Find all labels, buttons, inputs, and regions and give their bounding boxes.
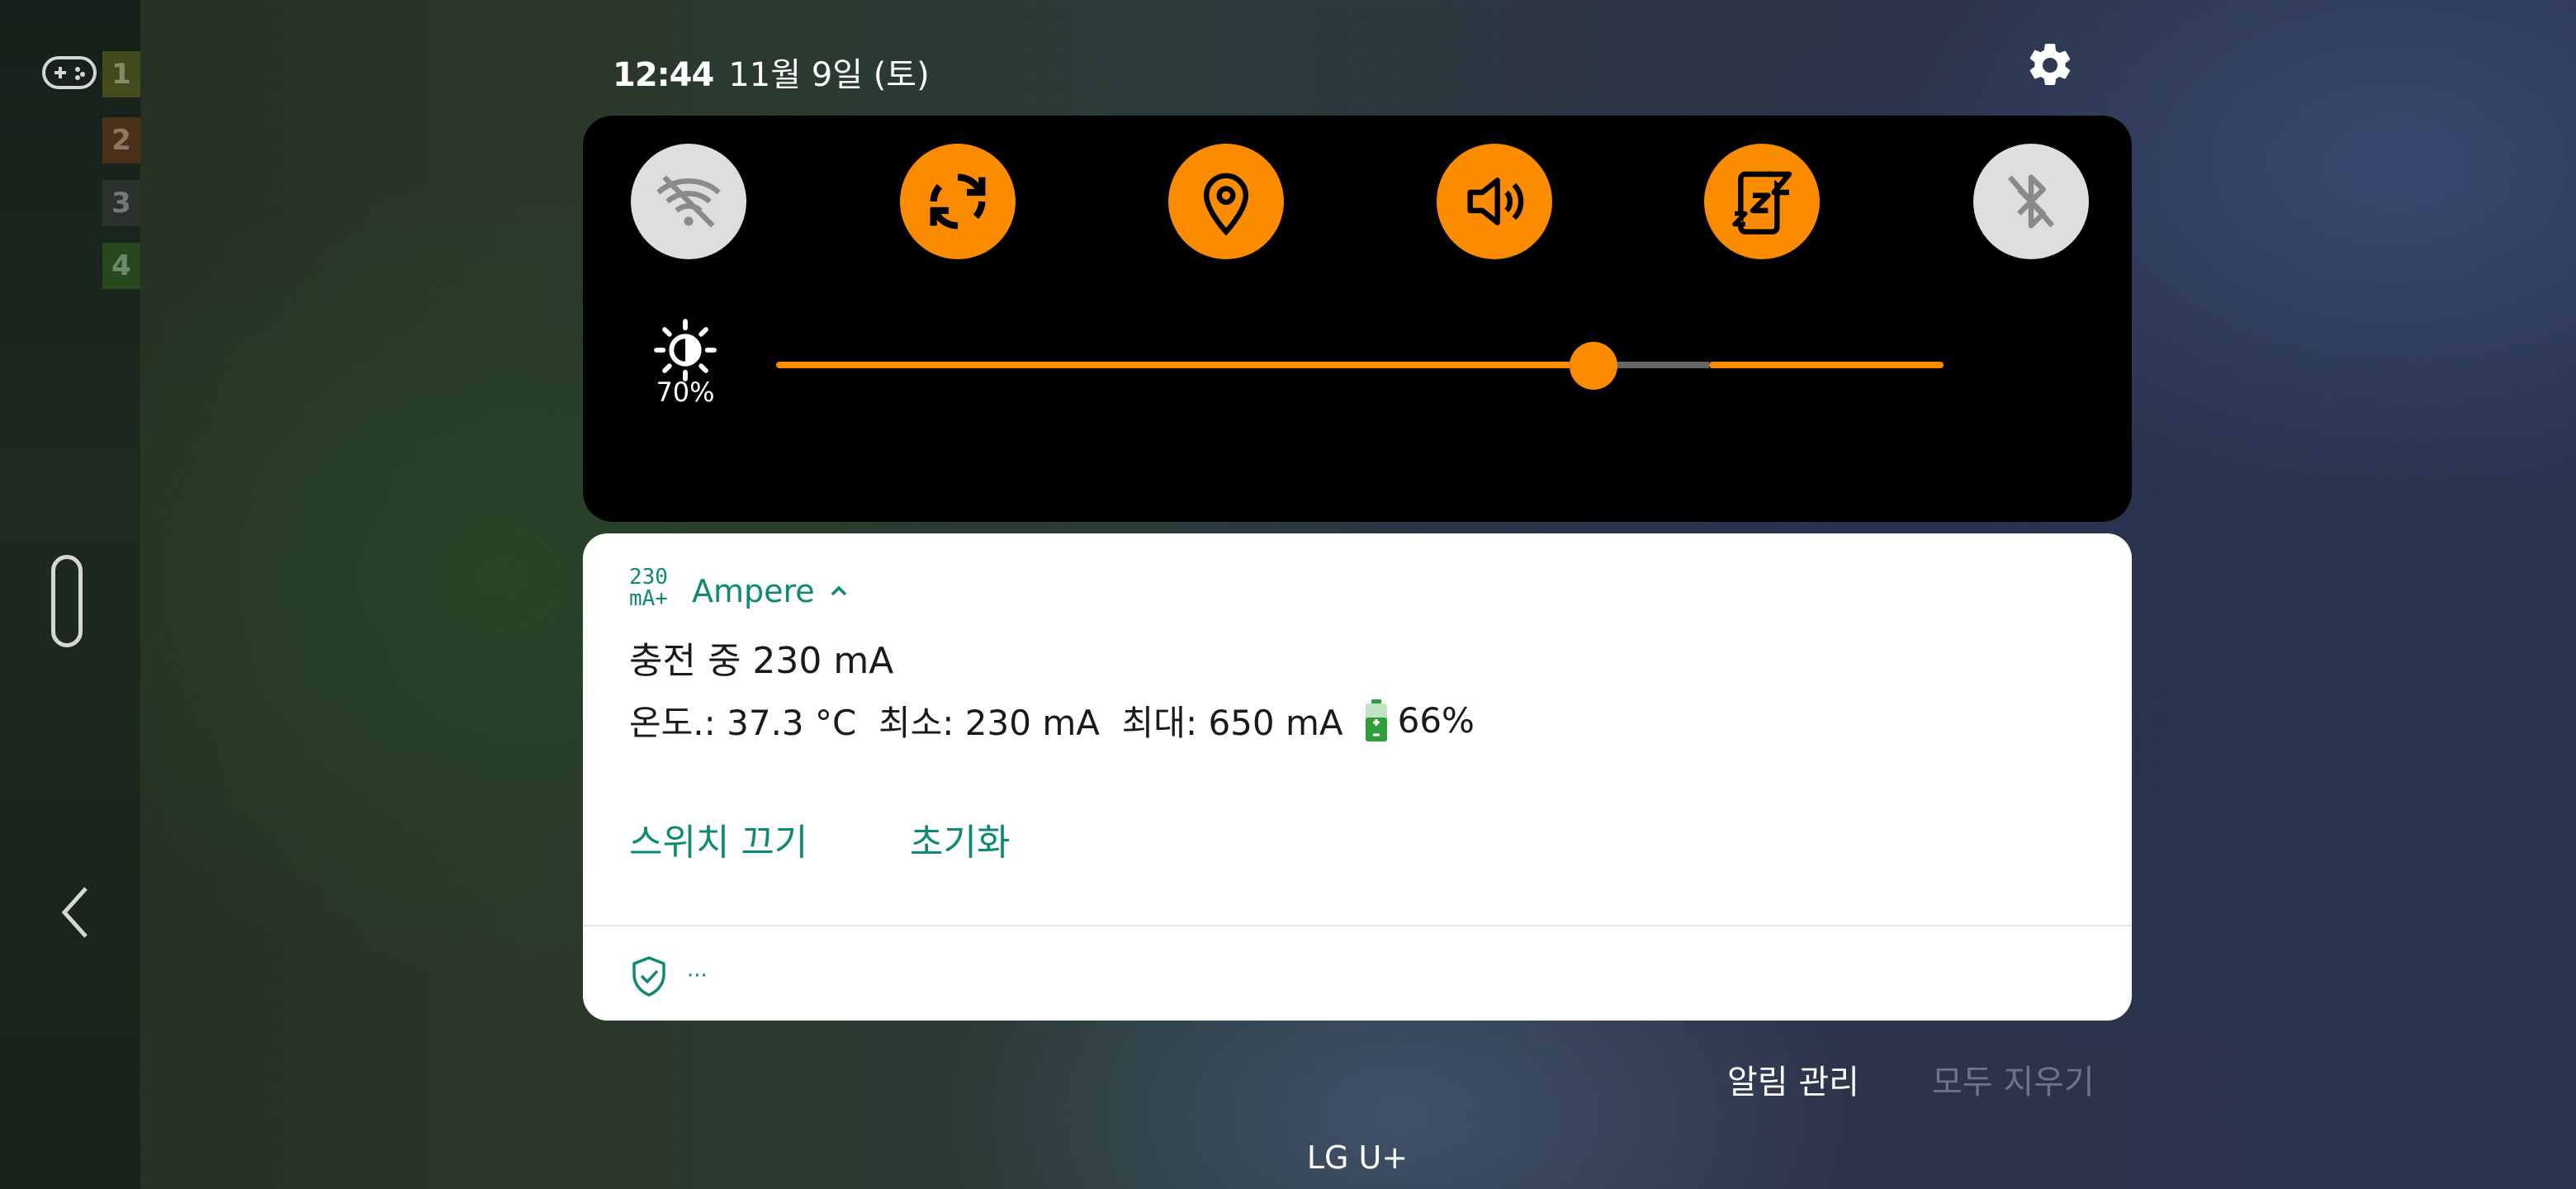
sound-icon <box>1467 178 1524 225</box>
brightness-slider[interactable] <box>776 340 1944 390</box>
switch-off-button[interactable]: 스위치 끄기 <box>629 812 807 865</box>
collapsed-notification[interactable]: ··· <box>629 955 708 997</box>
chevron-up-icon[interactable] <box>826 579 851 604</box>
back-icon[interactable] <box>58 883 91 941</box>
game-controller-icon[interactable] <box>41 53 97 92</box>
quick-settings-panel: 70% 자동 <box>583 116 2132 605</box>
zzz-phone-icon <box>1732 171 1792 234</box>
battery-percent: 66% <box>1397 700 1475 741</box>
stats-text: 온도.: 37.3 °C 최소: 230 mA 최대: 650 mA <box>629 703 1343 743</box>
slider-track-end <box>1709 362 1944 368</box>
rank-badge: 2 <box>102 117 140 163</box>
slider-thumb[interactable] <box>1570 342 1617 390</box>
location-toggle[interactable] <box>1168 144 1284 259</box>
divider <box>583 925 2132 926</box>
bluetooth-off-icon <box>2007 174 2055 229</box>
slider-track-fill <box>776 362 1593 368</box>
rank-badge: 4 <box>102 243 140 289</box>
clock: 12:44 <box>613 56 714 94</box>
bluetooth-toggle[interactable] <box>1973 144 2089 259</box>
collapsed-ellipsis: ··· <box>687 964 708 988</box>
sync-icon <box>930 173 986 230</box>
sound-toggle[interactable] <box>1437 144 1552 259</box>
wifi-off-icon <box>656 175 721 228</box>
date: 11월 9일 (토) <box>728 56 930 94</box>
rank-badge: 1 <box>102 51 140 97</box>
sync-toggle[interactable] <box>900 144 1016 259</box>
settings-gear-icon[interactable] <box>2024 40 2076 91</box>
brightness-icon <box>654 319 717 381</box>
notification-title: 충전 중 230 mA <box>629 640 894 682</box>
notification-header: 230 mA+ Ampere <box>629 566 851 616</box>
ampere-notification[interactable]: 230 mA+ Ampere 충전 중 230 mA 온도.: 37.3 °C … <box>583 533 2132 1021</box>
brightness-percent: 70% <box>656 377 715 408</box>
rank-badge: 3 <box>102 180 140 226</box>
do-not-disturb-toggle[interactable] <box>1704 144 1820 259</box>
location-icon <box>1203 173 1249 236</box>
clear-all-button[interactable]: 모두 지우기 <box>1932 1055 2095 1103</box>
battery-icon <box>1365 699 1387 741</box>
shield-check-icon <box>632 956 665 997</box>
auto-brightness-label: 자동 <box>2564 377 2576 414</box>
reset-button[interactable]: 초기화 <box>910 812 1010 865</box>
manage-notifications-button[interactable]: 알림 관리 <box>1727 1055 1859 1103</box>
app-name: Ampere <box>692 573 815 609</box>
wifi-toggle[interactable] <box>631 144 746 259</box>
status-bar: 12:44 11월 9일 (토) <box>613 48 930 94</box>
ampere-app-icon: 230 mA+ <box>629 565 668 611</box>
carrier-label: LG U+ <box>1306 1139 1409 1176</box>
notification-text: 온도.: 37.3 °C 최소: 230 mA 최대: 650 mA 66% <box>629 695 1475 746</box>
home-pill-icon[interactable] <box>51 555 83 647</box>
